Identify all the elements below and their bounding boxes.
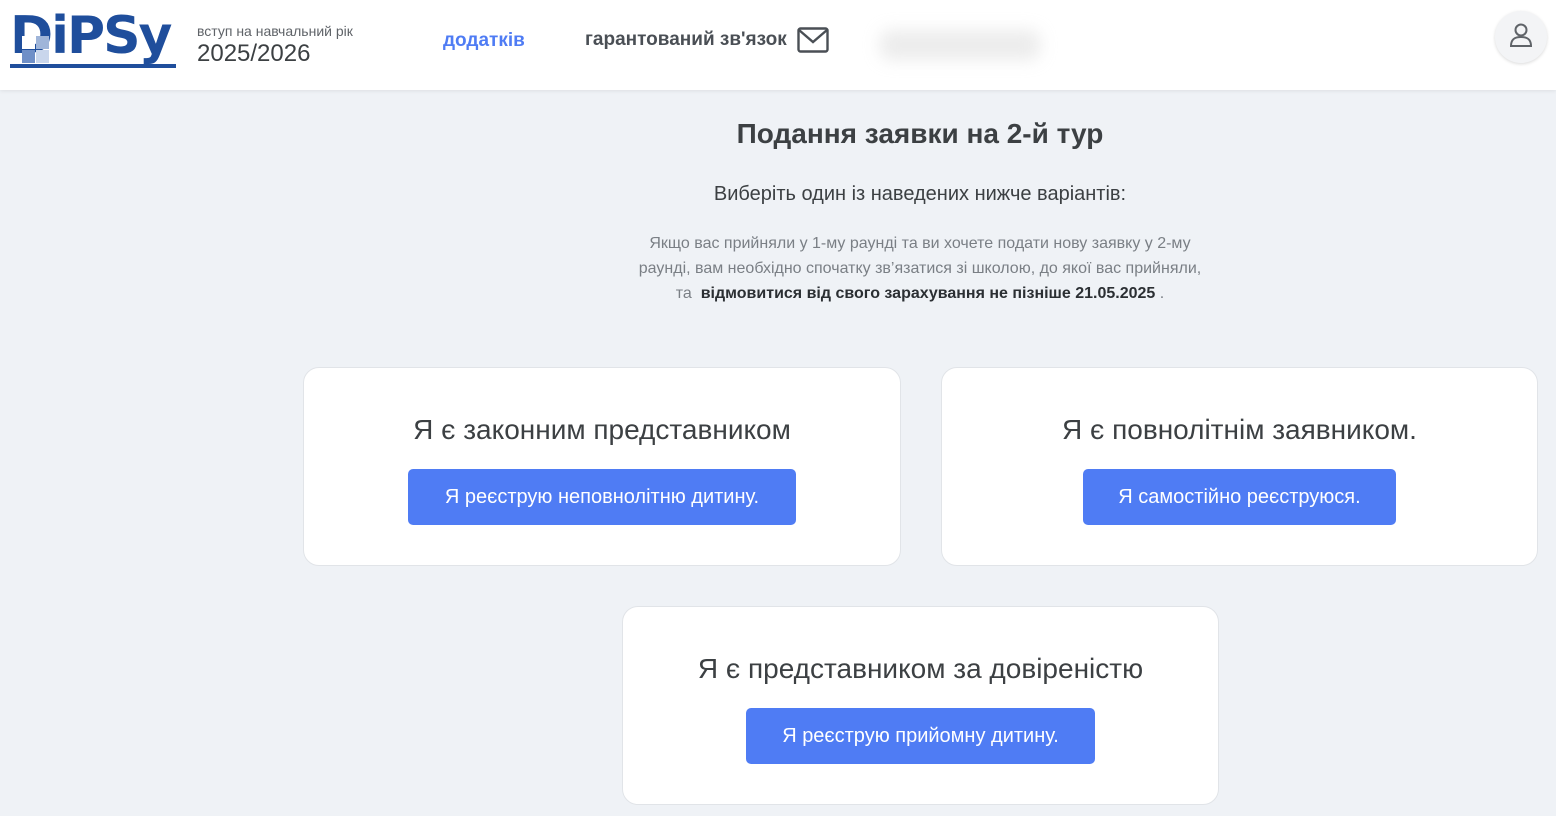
dipsy-logo[interactable]: DiPSy: [10, 6, 180, 70]
card-adult-applicant: Я є повнолітнім заявником. Я самостійно …: [941, 367, 1538, 566]
info-note-deadline: відмовитися від свого зарахування не піз…: [700, 285, 1156, 302]
register-foster-child-button[interactable]: Я реєструю прийомну дитину.: [746, 708, 1095, 764]
page-subtitle: Виберіть один із наведених нижче варіант…: [713, 183, 1127, 205]
profile-button[interactable]: [1495, 11, 1547, 63]
info-note-line-3: та відмовитися від свого зарахування не …: [580, 281, 1260, 306]
card-title: Я є повнолітнім заявником.: [1062, 414, 1417, 445]
mail-icon: [797, 27, 829, 53]
logo-underline: [10, 64, 176, 68]
info-note-line-1: Якщо вас прийняли у 1-му раунді та ви хо…: [649, 235, 1191, 252]
blurred-content: [880, 30, 1040, 60]
info-note-suffix: .: [1159, 285, 1165, 302]
register-self-button[interactable]: Я самостійно реєструюся.: [1083, 469, 1396, 525]
card-proxy-representative: Я є представником за довіреністю Я реєст…: [622, 606, 1219, 805]
page-title: Подання заявки на 2-й тур: [736, 118, 1104, 149]
card-title: Я є представником за довіреністю: [697, 653, 1144, 684]
info-note-line-2: раунді, вам необхідно спочатку зв’язатис…: [638, 260, 1202, 277]
card-title: Я є законним представником: [413, 414, 791, 445]
nav-link-apps[interactable]: додатків: [443, 30, 525, 52]
user-icon: [1507, 21, 1535, 53]
register-minor-button[interactable]: Я реєструю неповнолітню дитину.: [408, 469, 796, 525]
info-note: Якщо вас прийняли у 1-му раунді та ви хо…: [580, 231, 1260, 306]
header: DiPSy вступ на навчальний рік 2025/2026 …: [0, 0, 1556, 90]
logo-squares-icon: [22, 36, 50, 64]
academic-year: вступ на навчальний рік 2025/2026: [197, 22, 353, 68]
academic-year-label: вступ на навчальний рік: [197, 23, 353, 39]
contact-link[interactable]: гарантований зв'язок: [585, 20, 879, 60]
contact-label: гарантований зв'язок: [585, 29, 787, 50]
info-note-prefix: та: [675, 285, 692, 302]
card-legal-representative: Я є законним представником Я реєструю не…: [303, 367, 901, 566]
academic-year-value: 2025/2026: [197, 40, 311, 67]
